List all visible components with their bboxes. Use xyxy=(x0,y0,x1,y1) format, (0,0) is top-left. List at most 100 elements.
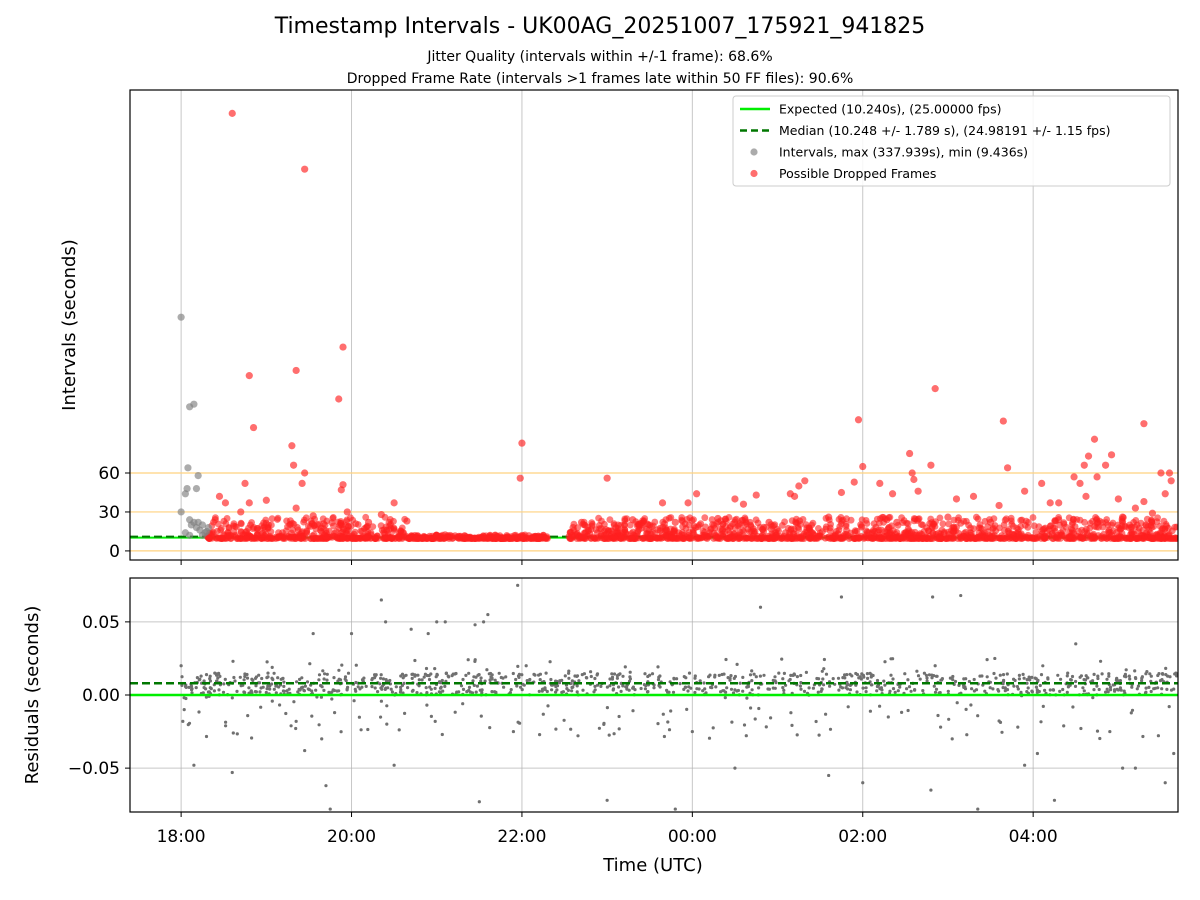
residual-point xyxy=(1164,673,1168,677)
residual-point xyxy=(1023,763,1027,767)
residual-point xyxy=(875,678,880,683)
residual-point xyxy=(426,631,430,636)
dropped-frame-point xyxy=(1032,529,1040,536)
legend-entry-label: Possible Dropped Frames xyxy=(779,166,936,181)
residual-point xyxy=(437,690,441,694)
dropped-frame-point xyxy=(1017,516,1025,524)
residual-point xyxy=(722,689,726,693)
residual-point xyxy=(781,677,785,681)
residual-point xyxy=(1081,686,1085,690)
residual-point xyxy=(972,689,977,693)
residual-point xyxy=(848,688,853,692)
residual-point xyxy=(611,687,616,691)
dropped-frame-point xyxy=(995,501,1003,510)
residual-point xyxy=(1079,726,1083,731)
residual-point xyxy=(1035,690,1039,695)
residual-point xyxy=(1043,688,1047,693)
residual-point xyxy=(722,672,726,676)
residual-point xyxy=(807,686,811,690)
residual-point xyxy=(254,675,258,679)
dropped-frame-point xyxy=(237,508,245,516)
residual-point xyxy=(514,677,518,682)
dropped-frame-point xyxy=(869,528,876,536)
residual-point xyxy=(799,673,803,678)
dropped-frame-point xyxy=(288,529,295,537)
residual-point xyxy=(1086,676,1090,680)
residual-point xyxy=(544,671,548,675)
dropped-frame-point xyxy=(885,523,893,531)
residual-point xyxy=(1026,686,1030,690)
residual-point xyxy=(1058,689,1062,694)
dropped-frame-point xyxy=(397,527,405,535)
residual-point xyxy=(474,690,478,694)
residual-point xyxy=(335,689,339,693)
interval-point xyxy=(204,523,212,532)
residual-point xyxy=(254,684,258,688)
dropped-frame-point xyxy=(1056,531,1064,539)
residual-point xyxy=(239,684,243,688)
residual-point xyxy=(998,720,1003,725)
dropped-frame-point xyxy=(688,517,696,524)
residual-point xyxy=(619,689,623,694)
dropped-frame-point xyxy=(378,526,386,534)
residual-point xyxy=(850,674,854,678)
dropped-frame-point xyxy=(262,496,270,504)
residual-point xyxy=(733,766,737,770)
residual-point xyxy=(450,674,454,678)
residual-point xyxy=(1041,704,1045,709)
residual-point xyxy=(538,733,542,737)
residual-point xyxy=(871,673,875,678)
dropped-frame-point xyxy=(607,527,615,535)
dropped-frame-point xyxy=(352,520,360,528)
dropped-frame-point xyxy=(926,535,934,542)
residual-point xyxy=(333,711,337,715)
x-axis-label: Time (UTC) xyxy=(602,855,703,876)
dropped-frame-point xyxy=(1100,530,1108,538)
dropped-frame-point xyxy=(963,517,970,525)
residual-point xyxy=(672,677,676,681)
dropped-frame-point xyxy=(223,515,231,522)
dropped-frame-point xyxy=(1077,533,1085,541)
residual-point xyxy=(938,691,942,695)
residual-point xyxy=(925,676,929,680)
residual-point xyxy=(538,672,543,676)
dropped-frame-point xyxy=(1114,495,1122,503)
dropped-frame-point xyxy=(1131,504,1139,512)
dropped-frame-point xyxy=(925,527,932,535)
dropped-frame-point xyxy=(1165,469,1174,477)
residual-point xyxy=(932,684,936,688)
residual-point xyxy=(494,690,498,694)
dropped-frame-point xyxy=(739,500,748,508)
residual-point xyxy=(441,689,445,693)
residual-point xyxy=(325,672,329,676)
residual-point xyxy=(311,631,315,636)
dropped-frame-point xyxy=(740,535,748,542)
dropped-frame-point xyxy=(837,488,846,497)
residual-point xyxy=(282,684,286,689)
residual-point xyxy=(425,691,429,695)
residual-point xyxy=(284,711,288,716)
residual-point xyxy=(294,726,298,731)
dropped-frame-point xyxy=(247,521,254,529)
interval-point xyxy=(177,313,185,321)
residual-point xyxy=(208,677,212,681)
residual-point xyxy=(748,673,753,677)
residual-point xyxy=(618,672,622,676)
dropped-frame-point xyxy=(731,495,739,503)
residual-point xyxy=(666,720,670,724)
residual-point xyxy=(1124,668,1128,672)
residual-point xyxy=(631,709,635,713)
dropped-frame-point xyxy=(1080,461,1088,469)
dropped-frame-point xyxy=(693,490,701,498)
residual-point xyxy=(271,677,275,682)
residual-point xyxy=(994,676,998,680)
residual-point xyxy=(750,688,754,692)
dropped-frame-point xyxy=(969,492,978,500)
residual-point xyxy=(754,675,758,679)
residual-point xyxy=(795,733,799,737)
dropped-frame-point xyxy=(1021,487,1029,495)
residual-point xyxy=(605,706,610,710)
residual-point xyxy=(427,674,431,678)
residual-point xyxy=(1001,673,1006,677)
x-tick-label: 22:00 xyxy=(497,827,546,847)
